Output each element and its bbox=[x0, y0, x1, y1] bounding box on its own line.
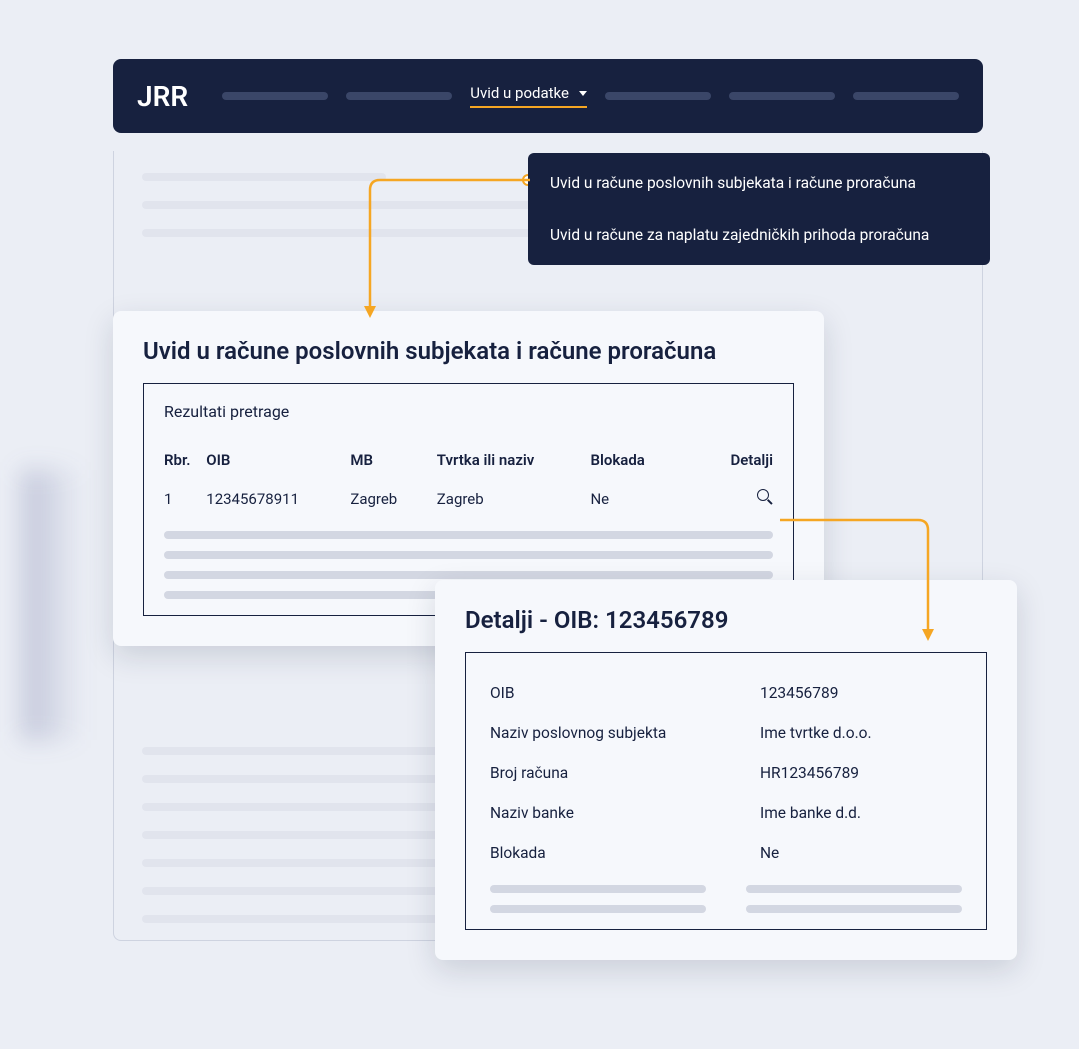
nav-item-placeholder[interactable] bbox=[605, 92, 711, 100]
flow-arrow-2 bbox=[780, 520, 940, 654]
nav-item-placeholder[interactable] bbox=[222, 92, 328, 100]
app-logo: JRR bbox=[137, 80, 188, 113]
nav-item-placeholder[interactable] bbox=[346, 92, 452, 100]
details-label: Naziv banke bbox=[490, 804, 760, 822]
details-value: Ime banke d.d. bbox=[760, 804, 962, 822]
placeholder-line bbox=[746, 905, 962, 913]
navbar: JRR Uvid u podatke bbox=[113, 59, 983, 133]
cell-mb: Zagreb bbox=[350, 490, 436, 508]
col-header-rbr: Rbr. bbox=[164, 451, 206, 469]
details-label: Broj računa bbox=[490, 764, 760, 782]
decorative-shadow bbox=[22, 470, 82, 740]
flow-arrow-1 bbox=[370, 180, 540, 334]
nav-item-placeholder[interactable] bbox=[853, 92, 959, 100]
placeholder-row bbox=[490, 885, 962, 893]
nav-item-label: Uvid u podatke bbox=[470, 84, 569, 102]
placeholder-line bbox=[164, 571, 773, 579]
table-header-row: Rbr. OIB MB Tvrtka ili naziv Blokada Det… bbox=[164, 441, 773, 479]
cell-detalji[interactable] bbox=[715, 489, 773, 509]
details-row: Broj računa HR123456789 bbox=[490, 753, 962, 793]
placeholder-line bbox=[746, 885, 962, 893]
details-label: Naziv poslovnog subjekta bbox=[490, 724, 760, 742]
nav-item-placeholder[interactable] bbox=[729, 92, 835, 100]
placeholder-row bbox=[490, 905, 962, 913]
results-title: Uvid u račune poslovnih subjekata i raču… bbox=[143, 337, 794, 365]
details-row: Naziv poslovnog subjekta Ime tvrtke d.o.… bbox=[490, 713, 962, 753]
details-value: Ne bbox=[760, 844, 962, 862]
nav-item-active[interactable]: Uvid u podatke bbox=[470, 84, 587, 108]
results-subtitle: Rezultati pretrage bbox=[164, 402, 773, 421]
cell-oib: 12345678911 bbox=[206, 490, 350, 508]
details-value: Ime tvrtke d.o.o. bbox=[760, 724, 962, 742]
details-value: HR123456789 bbox=[760, 764, 962, 782]
details-label: OIB bbox=[490, 684, 760, 702]
chevron-down-icon bbox=[579, 91, 587, 96]
placeholder-line bbox=[164, 531, 773, 539]
dropdown-item[interactable]: Uvid u račune za naplatu zajedničkih pri… bbox=[528, 209, 990, 261]
dropdown-item[interactable]: Uvid u račune poslovnih subjekata i raču… bbox=[528, 157, 990, 209]
col-header-blokada: Blokada bbox=[590, 451, 715, 469]
details-row: Naziv banke Ime banke d.d. bbox=[490, 793, 962, 833]
placeholder-line bbox=[164, 551, 773, 559]
col-header-mb: MB bbox=[350, 451, 436, 469]
placeholder-line bbox=[490, 905, 706, 913]
cell-tvrtka: Zagreb bbox=[437, 490, 591, 508]
dropdown-menu: Uvid u račune poslovnih subjekata i raču… bbox=[528, 153, 990, 265]
details-value: 123456789 bbox=[760, 684, 962, 702]
placeholder-line bbox=[142, 173, 386, 181]
cell-rbr: 1 bbox=[164, 490, 206, 508]
details-label: Blokada bbox=[490, 844, 760, 862]
details-row: OIB 123456789 bbox=[490, 673, 962, 713]
cell-blokada: Ne bbox=[590, 490, 715, 508]
results-table: Rbr. OIB MB Tvrtka ili naziv Blokada Det… bbox=[164, 441, 773, 519]
placeholder-line bbox=[490, 885, 706, 893]
details-box: OIB 123456789 Naziv poslovnog subjekta I… bbox=[465, 652, 987, 930]
col-header-tvrtka: Tvrtka ili naziv bbox=[437, 451, 591, 469]
table-row: 1 12345678911 Zagreb Zagreb Ne bbox=[164, 479, 773, 519]
col-header-oib: OIB bbox=[206, 451, 350, 469]
col-header-detalji: Detalji bbox=[715, 451, 773, 469]
details-row: Blokada Ne bbox=[490, 833, 962, 873]
search-icon bbox=[757, 489, 773, 505]
placeholder-line bbox=[164, 591, 469, 599]
